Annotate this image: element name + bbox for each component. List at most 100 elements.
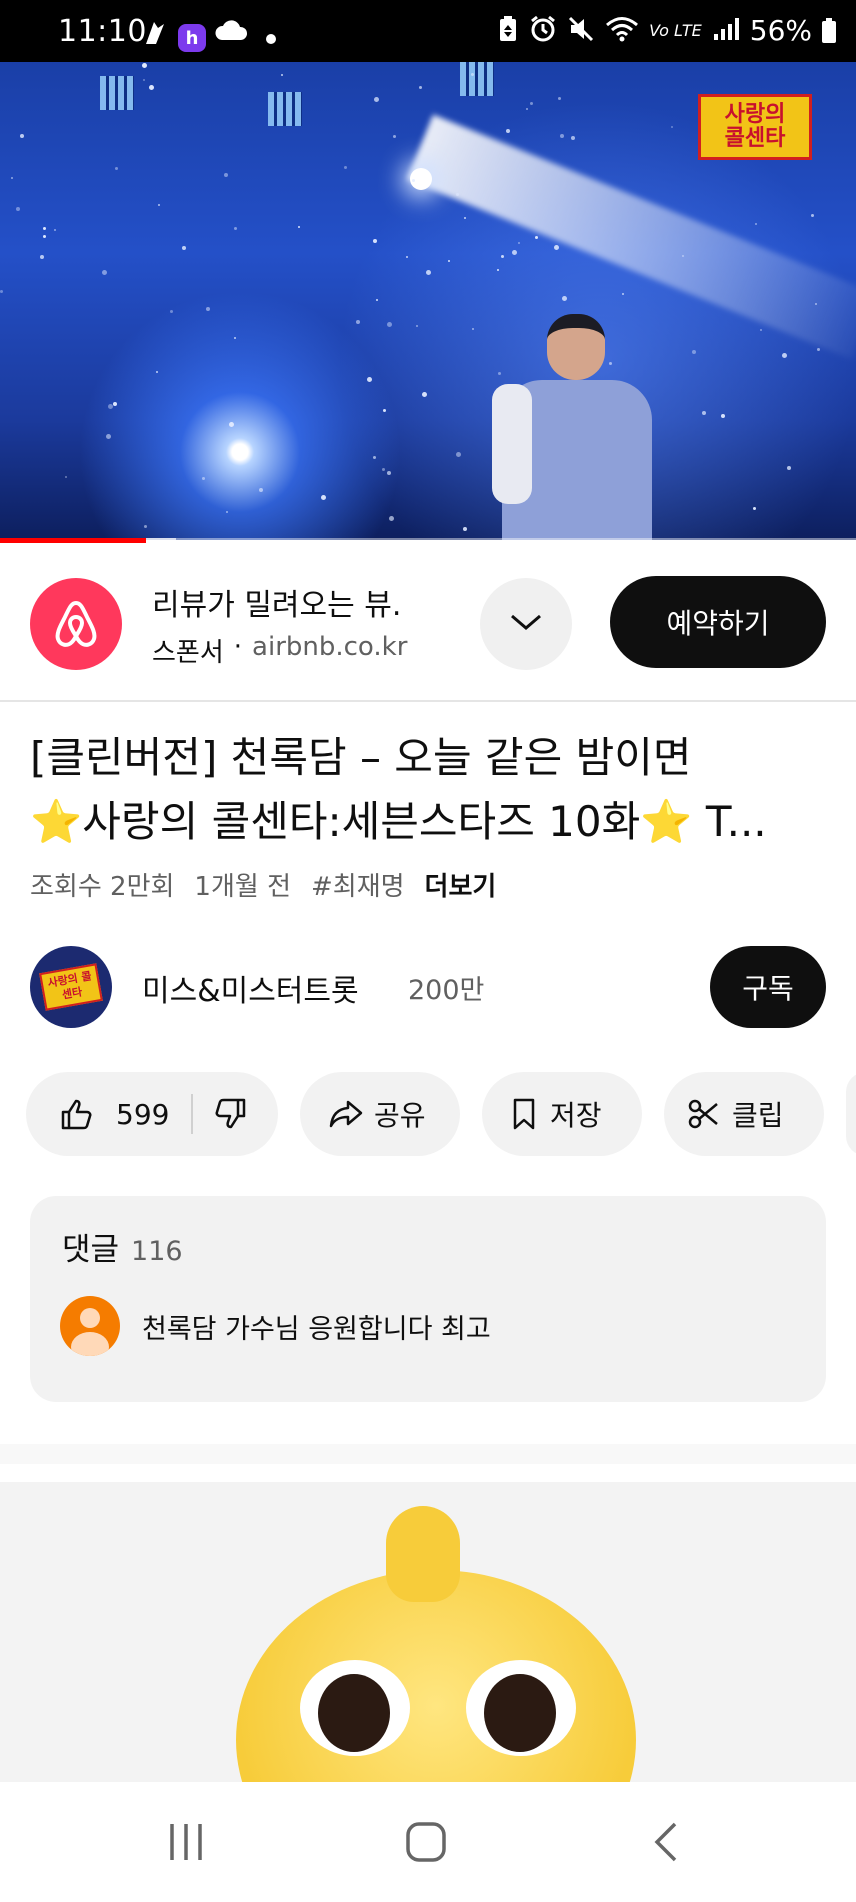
ad-expand-button[interactable] (480, 578, 572, 670)
star-dot (20, 134, 24, 138)
dot-icon (266, 34, 276, 44)
mute-icon (567, 15, 595, 47)
star-dot (387, 471, 391, 475)
more-button[interactable]: 더보기 (425, 866, 497, 903)
video-player[interactable]: 사랑의 콜센타 (0, 62, 856, 540)
comments-preview[interactable]: 댓글 116 천록담 가수님 응원합니다 최고 (30, 1196, 826, 1402)
star-dot (393, 135, 396, 138)
star-dot (456, 193, 459, 196)
video-progress-bar[interactable] (0, 538, 856, 543)
more-actions-button[interactable] (846, 1072, 856, 1156)
video-progress-fill (0, 538, 146, 543)
ad-separator: · (233, 632, 243, 662)
star-dot (226, 511, 228, 513)
star-dot (406, 256, 408, 258)
upload-age: 1개월 전 (194, 872, 291, 902)
star-dot (65, 476, 67, 478)
star-dot (234, 337, 236, 339)
star-dot (202, 477, 205, 480)
star-dot (562, 296, 567, 301)
clip-button[interactable]: 클립 (664, 1072, 824, 1156)
top-comment[interactable]: 천록담 가수님 응원합니다 최고 (60, 1296, 491, 1356)
like-count[interactable]: 599 (116, 1098, 169, 1131)
status-time: 11:10 (58, 14, 147, 49)
star-dot (113, 402, 117, 406)
battery-icon (822, 17, 836, 43)
star-dot (54, 229, 56, 231)
airbnb-logo-icon[interactable] (30, 578, 122, 670)
hashtag-link[interactable]: #최재명 (311, 866, 405, 903)
home-icon[interactable] (386, 1812, 466, 1872)
star-dot (281, 74, 283, 76)
star-dot (182, 246, 186, 250)
next-video-thumbnail[interactable] (0, 1482, 856, 1782)
alarm-icon (529, 15, 557, 47)
status-right: Vo LTE 56% (497, 14, 836, 47)
star-dot (702, 411, 706, 415)
comments-header: 댓글 116 (62, 1224, 183, 1269)
sponsored-ad[interactable]: 리뷰가 밀려오는 뷰. 스폰서 · airbnb.co.kr 예약하기 (0, 544, 856, 702)
thumbs-down-icon[interactable] (213, 1098, 247, 1130)
star-dot (463, 527, 467, 531)
comments-label: 댓글 (62, 1232, 120, 1268)
star-dot (526, 108, 528, 110)
comments-count: 116 (131, 1236, 183, 1267)
ad-cta-button[interactable]: 예약하기 (610, 576, 826, 668)
star-dot (412, 179, 415, 182)
channel-name[interactable]: 미스&미스터트롯 (142, 966, 359, 1010)
share-label: 공유 (374, 1099, 426, 1132)
subscribe-button[interactable]: 구독 (710, 946, 826, 1028)
channel-row: 사랑의 콜센타 미스&미스터트롯 200만 구독 (0, 946, 856, 1030)
star-dot (755, 223, 757, 225)
star-dot (344, 166, 347, 169)
like-dislike-group: 599 (26, 1072, 278, 1156)
ad-domain[interactable]: airbnb.co.kr (252, 632, 407, 669)
video-title-line1[interactable]: [클린버전] 천록담 – 오늘 같은 밤이면 (30, 726, 830, 790)
star-dot (321, 495, 326, 500)
chick-eye-left (300, 1660, 410, 1756)
star-dot (206, 307, 210, 311)
star-dot (373, 456, 376, 459)
star-dot (422, 392, 427, 397)
star-dot (721, 414, 725, 418)
clip-label: 클립 (732, 1099, 784, 1132)
star-dot (760, 329, 762, 331)
commenter-avatar (60, 1296, 120, 1356)
star-dot (558, 97, 561, 100)
ad-title[interactable]: 리뷰가 밀려오는 뷰. (152, 580, 401, 624)
star-dot (622, 293, 624, 295)
stage-led-panel (100, 76, 134, 110)
star-dot (535, 236, 538, 239)
star-dot (16, 207, 20, 211)
chick-character (236, 1570, 636, 1782)
video-title-line2[interactable]: ⭐사랑의 콜센타:세븐스타즈 10화⭐ T... (30, 790, 830, 854)
share-button[interactable]: 공유 (300, 1072, 460, 1156)
scissors-icon (688, 1098, 720, 1130)
recent-apps-icon[interactable] (146, 1812, 226, 1872)
video-title[interactable]: [클린버전] 천록담 – 오늘 같은 밤이면 ⭐사랑의 콜센타:세븐스타즈 10… (30, 726, 830, 854)
star-dot (11, 177, 13, 179)
section-divider (0, 1444, 856, 1464)
singer-figure (492, 314, 662, 540)
view-count: 조회수 2만회 (30, 872, 175, 902)
star-dot (426, 270, 431, 275)
star-dot (382, 468, 385, 471)
star-dot (356, 320, 360, 324)
comment-text: 천록담 가수님 응원합니다 최고 (142, 1313, 491, 1345)
signal-icon (712, 16, 740, 46)
thumbs-up-icon[interactable] (60, 1098, 94, 1130)
show-logo-line2: 콜센타 (724, 126, 786, 151)
action-bar: 599 공유 저장 클립 (0, 1072, 856, 1156)
star-dot (497, 269, 499, 271)
star-dot (817, 348, 820, 351)
video-meta[interactable]: 조회수 2만회 1개월 전 #최재명 더보기 (30, 866, 496, 903)
channel-avatar[interactable]: 사랑의 콜센타 (30, 946, 112, 1028)
star-dot (158, 204, 160, 206)
star-dot (106, 434, 111, 439)
save-button[interactable]: 저장 (482, 1072, 642, 1156)
stage-led-panel (268, 92, 302, 126)
star-dot (259, 488, 263, 492)
status-bar: 11:10 h Vo LTE 56% (0, 0, 856, 62)
star-dot (156, 371, 158, 373)
back-icon[interactable] (626, 1812, 706, 1872)
